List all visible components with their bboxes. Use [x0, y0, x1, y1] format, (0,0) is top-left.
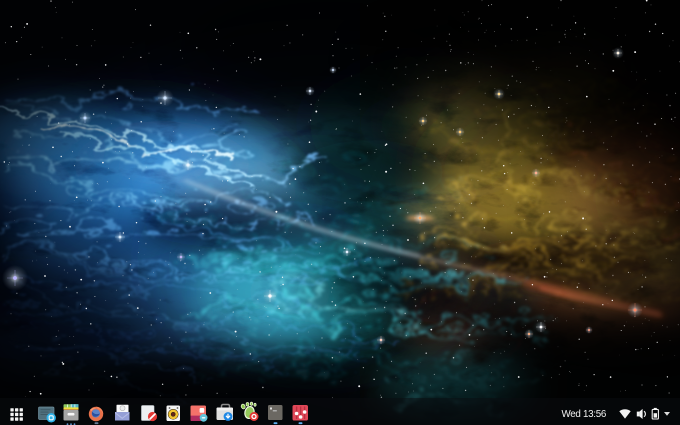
svg-text:Wed 13:56: Wed 13:56 [561, 409, 606, 420]
